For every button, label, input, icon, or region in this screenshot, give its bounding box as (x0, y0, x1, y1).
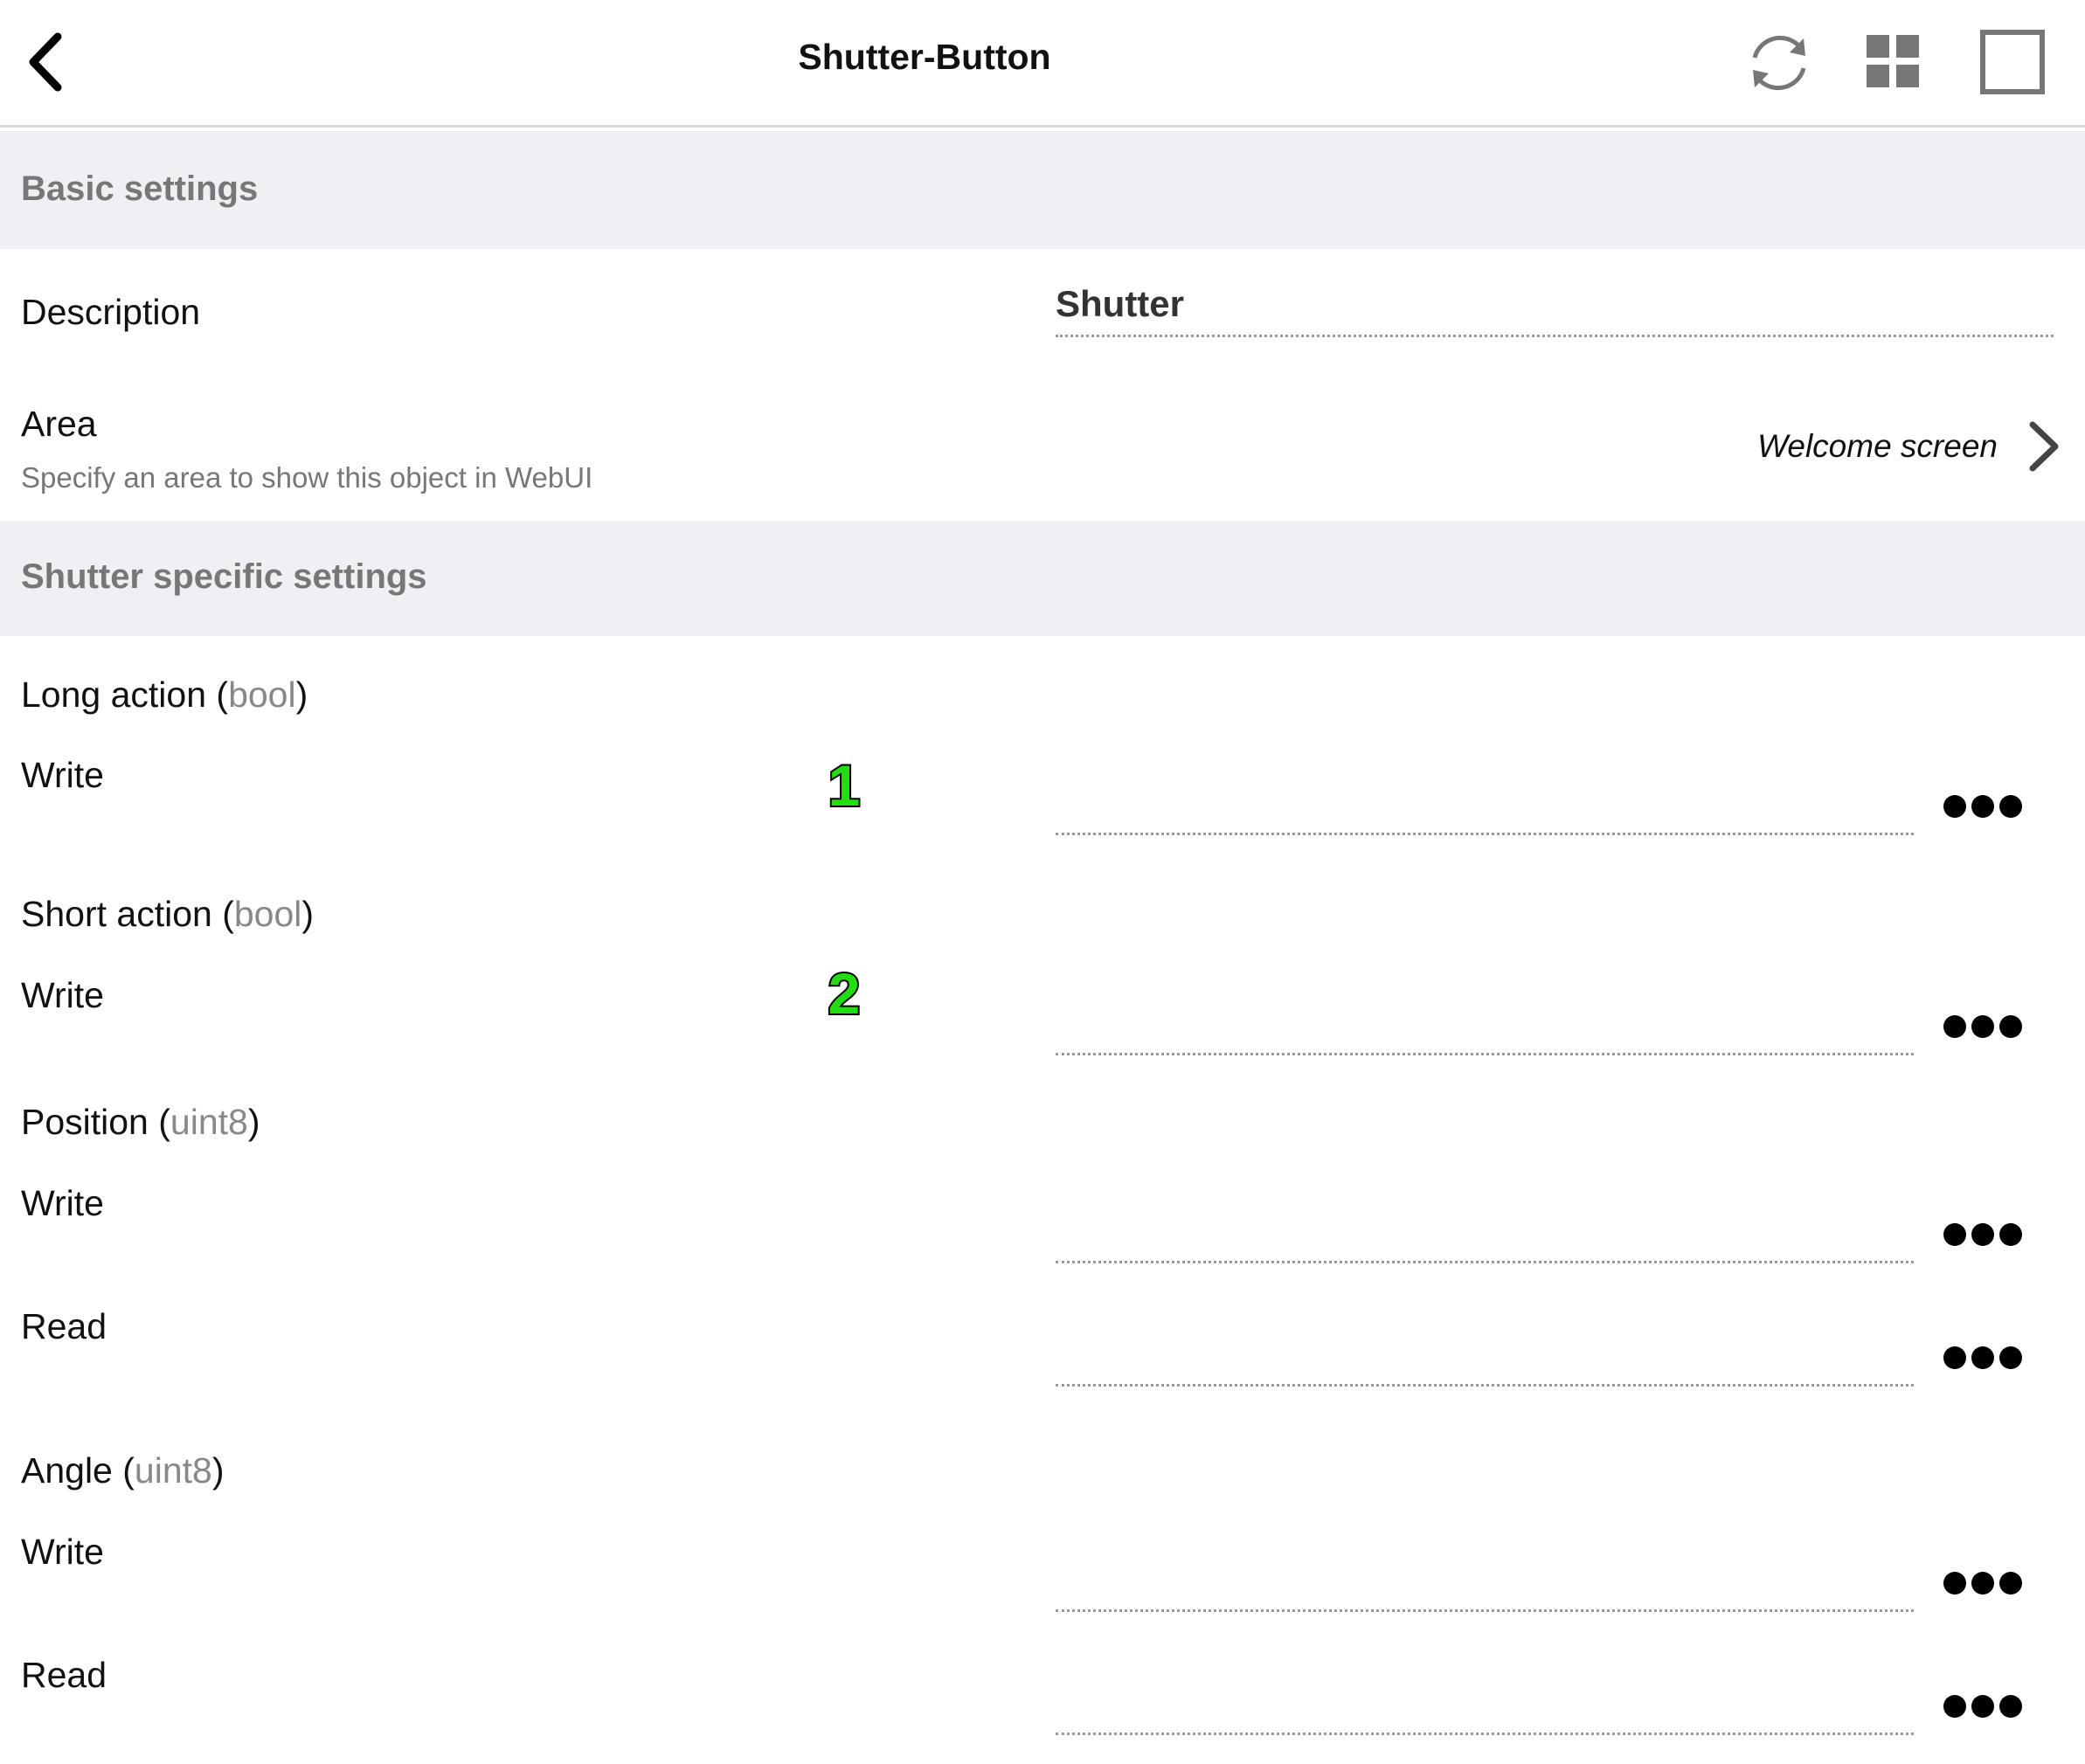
long-action-label: Long action (bool) (21, 674, 308, 715)
top-bar: Shutter-Button (0, 0, 2085, 128)
position-read-label: Read (21, 1306, 107, 1346)
more-options-icon[interactable] (1943, 1015, 2031, 1050)
angle-label: Angle (uint8) (21, 1450, 225, 1491)
object-name: Short action (21, 894, 212, 934)
angle-write-label: Write (21, 1532, 104, 1572)
single-view-button[interactable] (1977, 26, 2050, 100)
angle-write-address[interactable] (1056, 1568, 1914, 1612)
more-options-icon[interactable] (1943, 1223, 2031, 1258)
area-hint: Specify an area to show this object in W… (21, 461, 593, 494)
single-view-icon (1980, 30, 2045, 94)
type-hint: uint8 (134, 1450, 212, 1491)
basic-settings-section-header: Basic settings (0, 131, 2085, 249)
type-hint: bool (233, 894, 302, 934)
position-write-address[interactable] (1056, 1220, 1914, 1263)
short-action-label: Short action (bool) (21, 894, 315, 934)
description-input[interactable]: Shutter (1056, 264, 2054, 337)
area-value: Welcome screen (1757, 428, 1998, 464)
long-action-write-label: Write (21, 755, 104, 795)
angle-read-address[interactable] (1056, 1691, 1914, 1735)
type-hint: uint8 (170, 1102, 248, 1142)
marker-number: 2 (828, 961, 861, 1022)
object-name: Long action (21, 674, 207, 715)
more-options-icon[interactable] (1943, 1695, 2031, 1730)
object-name: Angle (21, 1450, 113, 1491)
annotation-marker-2: 2 (818, 959, 870, 1027)
marker-number: 1 (828, 753, 861, 814)
short-action-write-label: Write (21, 975, 104, 1015)
more-options-icon[interactable] (1943, 795, 2031, 830)
object-name: Position (21, 1102, 149, 1142)
section-title: Basic settings (21, 169, 259, 208)
position-read-address[interactable] (1056, 1343, 1914, 1387)
area-label: Area (21, 404, 97, 444)
short-action-write-address[interactable] (1056, 1012, 1914, 1055)
page-title: Shutter-Button (798, 37, 1051, 77)
position-label: Position (uint8) (21, 1102, 260, 1142)
more-options-icon[interactable] (1943, 1346, 2031, 1381)
long-action-write-address[interactable] (1056, 792, 1914, 835)
annotation-marker-1: 1 (818, 751, 870, 820)
grid-view-button[interactable] (1858, 26, 1931, 100)
angle-read-label: Read (21, 1655, 107, 1695)
section-title: Shutter specific settings (21, 557, 427, 596)
shutter-settings-section-header: Shutter specific settings (0, 521, 2085, 636)
position-write-label: Write (21, 1183, 104, 1223)
refresh-icon (1752, 35, 1806, 91)
refresh-button[interactable] (1742, 26, 1816, 100)
chevron-right-icon[interactable] (2024, 418, 2064, 475)
more-options-icon[interactable] (1943, 1572, 2031, 1607)
description-label: Description (21, 292, 201, 332)
grid-view-icon (1867, 35, 1919, 87)
type-hint: bool (228, 674, 296, 715)
